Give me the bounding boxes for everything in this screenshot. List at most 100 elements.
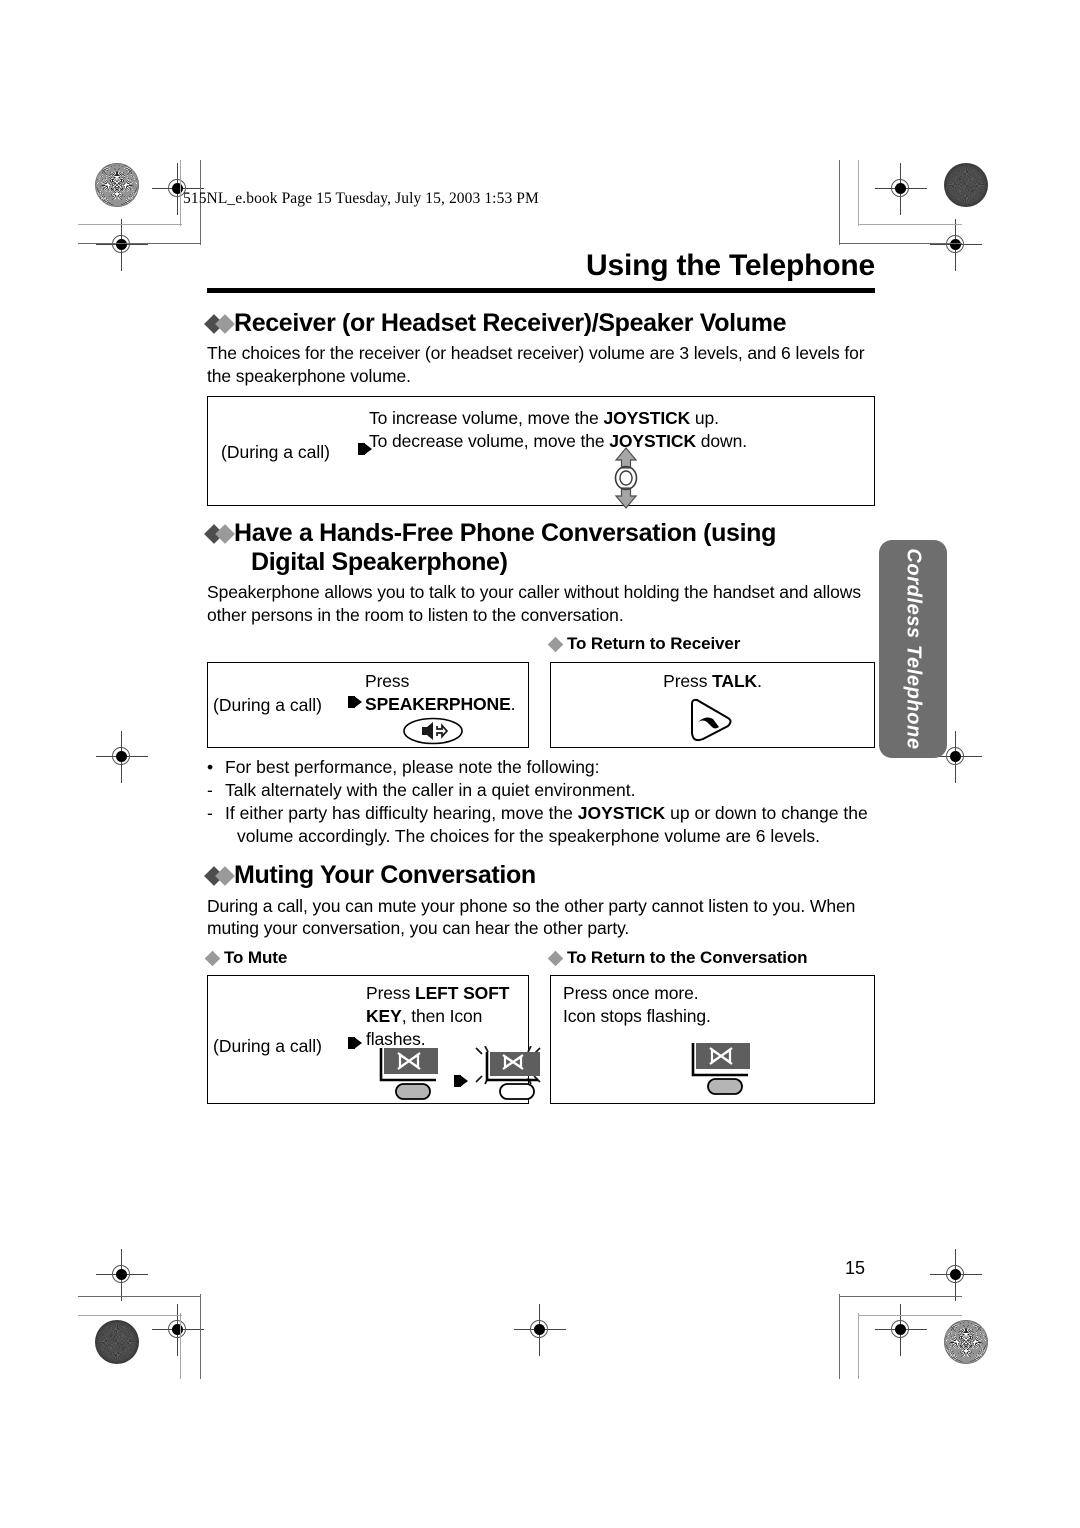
crop-line-br-outer-h: [858, 1315, 962, 1317]
volume-line-decrease: To decrease volume, move the JOYSTICK do…: [369, 431, 747, 451]
crop-line-tr-outer-h: [858, 224, 962, 226]
volume-instruction-lines: To increase volume, move the JOYSTICK up…: [369, 407, 747, 453]
mute-icon-flashing: [470, 1045, 546, 1105]
diamond-bullet-pair-icon: [204, 524, 235, 545]
section-intro-receiver-volume: The choices for the receiver (or headset…: [207, 342, 865, 386]
speakerphone-notes-list: • For best performance, please note the …: [207, 756, 875, 847]
note-text: Talk alternately with the caller in a qu…: [225, 780, 636, 800]
registration-crosshair-bottom-left: [152, 1304, 204, 1356]
section-heading-text: Receiver (or Headset Receiver)/Speaker V…: [234, 308, 787, 337]
diamond-bullet-pair-icon: [204, 866, 235, 887]
section-heading-hands-free: Have a Hands-Free Phone Conversation (us…: [204, 519, 875, 576]
page-title: Using the Telephone: [586, 249, 875, 282]
crop-line-tl-outer-h: [78, 224, 182, 226]
instruction-box-return-to-receiver: Press TALK.: [550, 662, 875, 749]
subhead-to-return-to-receiver: To Return to Receiver: [547, 634, 741, 654]
registration-crosshair-top-right: [875, 163, 927, 215]
crop-line-tl-outer-v: [180, 160, 182, 226]
note-text: For best performance, please note the fo…: [225, 757, 600, 778]
talk-key-icon: [679, 696, 737, 749]
dash-marker: -: [207, 780, 213, 800]
heading-line-1: Have a Hands-Free Phone Conversation (us…: [234, 519, 777, 548]
crop-line-bl-outer-v: [180, 1313, 182, 1379]
bullet-marker: •: [207, 757, 214, 778]
registration-starburst-top-left: [95, 163, 139, 207]
diamond-bullet-icon: [204, 950, 221, 966]
crop-line-br-inner-v: [839, 1294, 841, 1379]
subhead-to-mute: To Mute: [204, 948, 288, 968]
speakerphone-line-key: SPEAKERPHONE.: [365, 694, 516, 714]
registration-crosshair-bottom-center: [514, 1304, 566, 1356]
unmute-line-1: Press once more.: [563, 983, 699, 1003]
title-rule: [207, 287, 875, 293]
mute-icon-static: [370, 1046, 442, 1105]
crop-line-bl-inner-h: [78, 1296, 201, 1298]
diamond-bullet-icon: [547, 636, 564, 653]
crop-line-bl-outer-h: [78, 1315, 182, 1317]
subhead-label: To Return to Receiver: [567, 634, 741, 654]
print-header-note: 515NL_e.book Page 15 Tuesday, July 15, 2…: [183, 190, 539, 207]
speakerphone-instruction-lines: Press SPEAKERPHONE.: [365, 670, 516, 716]
section-intro-hands-free: Speakerphone allows you to talk to your …: [207, 581, 861, 625]
joystick-up-down-icon: [603, 447, 649, 510]
subhead-to-return-to-conversation: To Return to the Conversation: [547, 948, 808, 968]
subhead-label: To Return to the Conversation: [567, 948, 808, 967]
registration-crosshair-upper-right: [930, 219, 982, 271]
unmute-instruction-lines: Press once more. Icon stops flashing.: [563, 982, 711, 1028]
crop-line-tl-inner-h: [78, 243, 201, 245]
speakerphone-keyword: SPEAKERPHONE: [365, 694, 511, 714]
section-heading-muting: Muting Your Conversation: [204, 861, 875, 890]
instruction-box-speakerphone: (During a call) Press SPEAKERPHONE.: [207, 662, 529, 750]
during-a-call-label-volume: (During a call): [221, 442, 330, 463]
registration-density-patch-top-right: [944, 163, 988, 207]
talk-instruction-line: Press TALK.: [663, 671, 762, 692]
diamond-bullet-pair-icon: [204, 313, 235, 334]
instruction-box-mute: (During a call) Press LEFT SOFT KEY, the…: [207, 975, 541, 1105]
section-intro-muting: During a call, you can mute your phone s…: [207, 895, 856, 939]
note-item: - If either party has difficulty hearing…: [207, 802, 875, 848]
note-text-continued: volume accordingly. The choices for the …: [237, 825, 821, 846]
section-heading-text: Muting Your Conversation: [234, 861, 536, 890]
crop-line-tr-inner-v: [839, 160, 841, 245]
crop-line-tr-outer-v: [858, 160, 860, 226]
registration-crosshair-lower-left: [96, 1249, 148, 1301]
heading-line-2: Digital Speakerphone): [251, 547, 508, 576]
crop-line-tr-inner-h: [839, 243, 962, 245]
subhead-label: To Mute: [224, 948, 288, 967]
registration-density-patch-bottom-left: [95, 1320, 139, 1364]
section-heading-receiver-volume: Receiver (or Headset Receiver)/Speaker V…: [204, 308, 875, 337]
side-tab-cordless-telephone: Cordless Telephone: [879, 540, 947, 758]
page-content: Using the Telephone Receiver (or Headset…: [204, 249, 875, 1105]
note-item: • For best performance, please note the …: [207, 756, 875, 779]
dash-marker: -: [207, 802, 213, 823]
mute-icon-static: [682, 1041, 754, 1100]
speakerphone-key-icon: [402, 717, 464, 750]
speakerphone-line-press: Press: [365, 671, 410, 692]
registration-starburst-bottom-right: [944, 1320, 988, 1364]
registration-crosshair-upper-left: [96, 219, 148, 271]
instruction-box-unmute: Press once more. Icon stops flashing.: [550, 975, 875, 1104]
page-number: 15: [845, 1258, 866, 1278]
crop-line-br-inner-h: [839, 1296, 962, 1298]
registration-crosshair-mid-left: [96, 731, 148, 783]
crop-line-bl-inner-v: [200, 1294, 202, 1379]
diamond-bullet-icon: [547, 950, 564, 966]
registration-crosshair-lower-right: [930, 1249, 982, 1301]
crop-line-br-outer-v: [858, 1313, 860, 1379]
note-text: If either party has difficulty hearing, …: [225, 802, 875, 848]
during-a-call-label-mute: (During a call): [213, 1036, 322, 1056]
note-item: - Talk alternately with the caller in a …: [207, 779, 875, 802]
mute-line-2: KEY, then Icon: [366, 1005, 483, 1026]
joystick-keyword: JOYSTICK: [603, 408, 691, 429]
mute-line-1: Press LEFT SOFT: [366, 983, 510, 1003]
registration-crosshair-bottom-right: [875, 1304, 927, 1356]
talk-keyword: TALK: [712, 671, 758, 692]
left-soft-key-keyword: KEY: [366, 1005, 402, 1026]
unmute-line-2: Icon stops flashing.: [563, 1005, 711, 1026]
mute-instruction-lines: Press LEFT SOFT KEY, then Icon flashes.: [366, 982, 509, 1050]
instruction-box-volume: (During a call) To increase volume, move…: [207, 396, 875, 510]
volume-line-increase: To increase volume, move the JOYSTICK up…: [369, 408, 719, 429]
during-a-call-label-speakerphone: (During a call): [213, 695, 322, 716]
side-tab-label: Cordless Telephone: [902, 548, 925, 750]
joystick-keyword: JOYSTICK: [577, 802, 666, 823]
